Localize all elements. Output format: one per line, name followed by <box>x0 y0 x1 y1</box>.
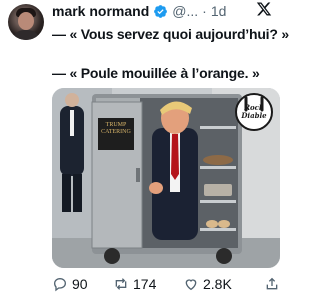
time-separator: · <box>202 3 207 19</box>
share-icon <box>266 277 278 290</box>
reply-icon <box>53 277 67 292</box>
author-avatar[interactable] <box>8 4 44 40</box>
reply-button[interactable]: 90 <box>52 276 88 292</box>
reply-count: 90 <box>72 276 88 292</box>
tweet[interactable]: mark normand @... · 1d — « Vous servez q… <box>0 0 290 300</box>
tweet-text-line-1: — « Vous servez quoi aujourd’hui? » <box>52 26 290 42</box>
verified-badge-icon <box>154 4 168 18</box>
x-logo-icon[interactable] <box>256 1 272 17</box>
author-row: mark normand @... · 1d <box>52 2 226 20</box>
like-count: 2.8K <box>203 276 232 292</box>
share-button[interactable] <box>264 276 280 292</box>
repost-count: 174 <box>133 276 157 292</box>
author-handle[interactable]: @... <box>172 3 198 19</box>
catering-cart <box>91 94 242 264</box>
repost-button[interactable]: 174 <box>113 276 156 292</box>
like-icon <box>185 279 197 291</box>
photo-illustration: TRUMP CATERING Rock Diable <box>52 88 280 268</box>
watermark-text-2: Diable <box>241 111 267 120</box>
repost-icon <box>115 278 127 290</box>
tweet-photo[interactable]: TRUMP CATERING Rock Diable <box>52 88 280 268</box>
cart-label: TRUMP CATERING <box>101 122 131 135</box>
like-button[interactable]: 2.8K <box>183 276 232 292</box>
action-bar: 90 174 2.8K <box>52 276 288 296</box>
tweet-text-line-2: — « Poule mouillée à l’orange. » <box>52 65 260 81</box>
tweet-time[interactable]: 1d <box>211 3 227 19</box>
author-display-name[interactable]: mark normand <box>52 3 149 19</box>
